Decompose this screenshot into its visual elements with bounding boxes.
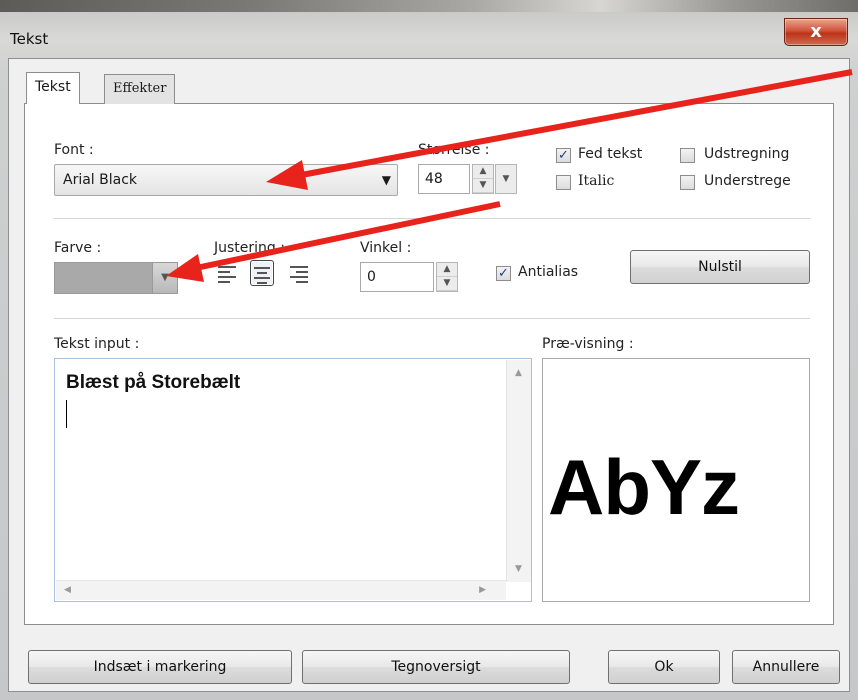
- angle-stepper[interactable]: ▲ ▼: [436, 262, 458, 292]
- tab-tekst[interactable]: Tekst: [26, 72, 80, 104]
- text-input-value: Blæst på Storebælt: [66, 372, 241, 393]
- justify-label: Justering :: [214, 240, 285, 256]
- angle-label: Vinkel :: [360, 240, 412, 256]
- chevron-down-icon: ▼: [381, 173, 391, 187]
- chevron-down-icon: ▼: [502, 174, 510, 184]
- scroll-right-icon[interactable]: ▶: [479, 585, 486, 595]
- align-left-button[interactable]: [216, 260, 240, 286]
- size-stepper[interactable]: ▲ ▼: [472, 164, 494, 194]
- preview-sample: AbYz: [548, 443, 740, 531]
- close-button[interactable]: x: [784, 18, 848, 46]
- vertical-scrollbar[interactable]: ▲ ▼: [506, 360, 531, 582]
- scroll-down-icon[interactable]: ▼: [515, 564, 522, 574]
- background-strip: [0, 0, 858, 12]
- size-dropdown-button[interactable]: ▼: [495, 164, 517, 194]
- angle-input[interactable]: 0: [360, 262, 434, 292]
- align-center-button[interactable]: [250, 260, 274, 286]
- scroll-left-icon[interactable]: ◀: [64, 585, 71, 595]
- font-dropdown[interactable]: Arial Black ▼: [54, 164, 398, 196]
- charmap-button[interactable]: Tegnoversigt: [302, 650, 570, 684]
- text-caret: [66, 400, 67, 428]
- size-input[interactable]: 48: [418, 164, 470, 194]
- divider: [54, 218, 810, 219]
- antialias-checkbox[interactable]: ✓: [496, 266, 511, 281]
- underline-checkbox[interactable]: [680, 175, 695, 190]
- reset-button[interactable]: Nulstil: [630, 250, 810, 284]
- color-label: Farve :: [54, 240, 102, 256]
- italic-checkbox[interactable]: [556, 175, 571, 190]
- italic-label: Italic: [578, 173, 615, 189]
- chevron-down-icon[interactable]: ▼: [152, 263, 177, 293]
- arrow-up-icon[interactable]: ▲: [473, 165, 493, 179]
- strike-checkbox[interactable]: [680, 148, 695, 163]
- horizontal-scrollbar[interactable]: ◀ ▶: [56, 580, 506, 600]
- arrow-down-icon[interactable]: ▼: [473, 179, 493, 193]
- window-title: Tekst: [10, 30, 49, 48]
- font-label: Font :: [54, 142, 94, 158]
- text-input-area[interactable]: [54, 358, 532, 602]
- strike-label: Udstregning: [704, 146, 790, 162]
- arrow-up-icon[interactable]: ▲: [437, 263, 457, 277]
- preview-label: Præ-visning :: [542, 336, 634, 352]
- bold-label: Fed tekst: [578, 146, 643, 162]
- cancel-button[interactable]: Annullere: [732, 650, 840, 684]
- arrow-down-icon[interactable]: ▼: [437, 277, 457, 291]
- underline-label: Understrege: [704, 173, 791, 189]
- font-value: Arial Black: [63, 172, 138, 188]
- insert-in-selection-button[interactable]: Indsæt i markering: [28, 650, 292, 684]
- size-label: Størrelse :: [418, 142, 490, 158]
- text-input-label: Tekst input :: [54, 336, 140, 352]
- scroll-up-icon[interactable]: ▲: [515, 368, 522, 378]
- divider: [54, 318, 810, 319]
- bold-checkbox[interactable]: ✓: [556, 148, 571, 163]
- antialias-label: Antialias: [518, 264, 579, 280]
- tab-effekter[interactable]: Effekter: [104, 74, 176, 104]
- align-right-button[interactable]: [288, 260, 312, 286]
- ok-button[interactable]: Ok: [608, 650, 720, 684]
- close-icon: x: [810, 21, 822, 42]
